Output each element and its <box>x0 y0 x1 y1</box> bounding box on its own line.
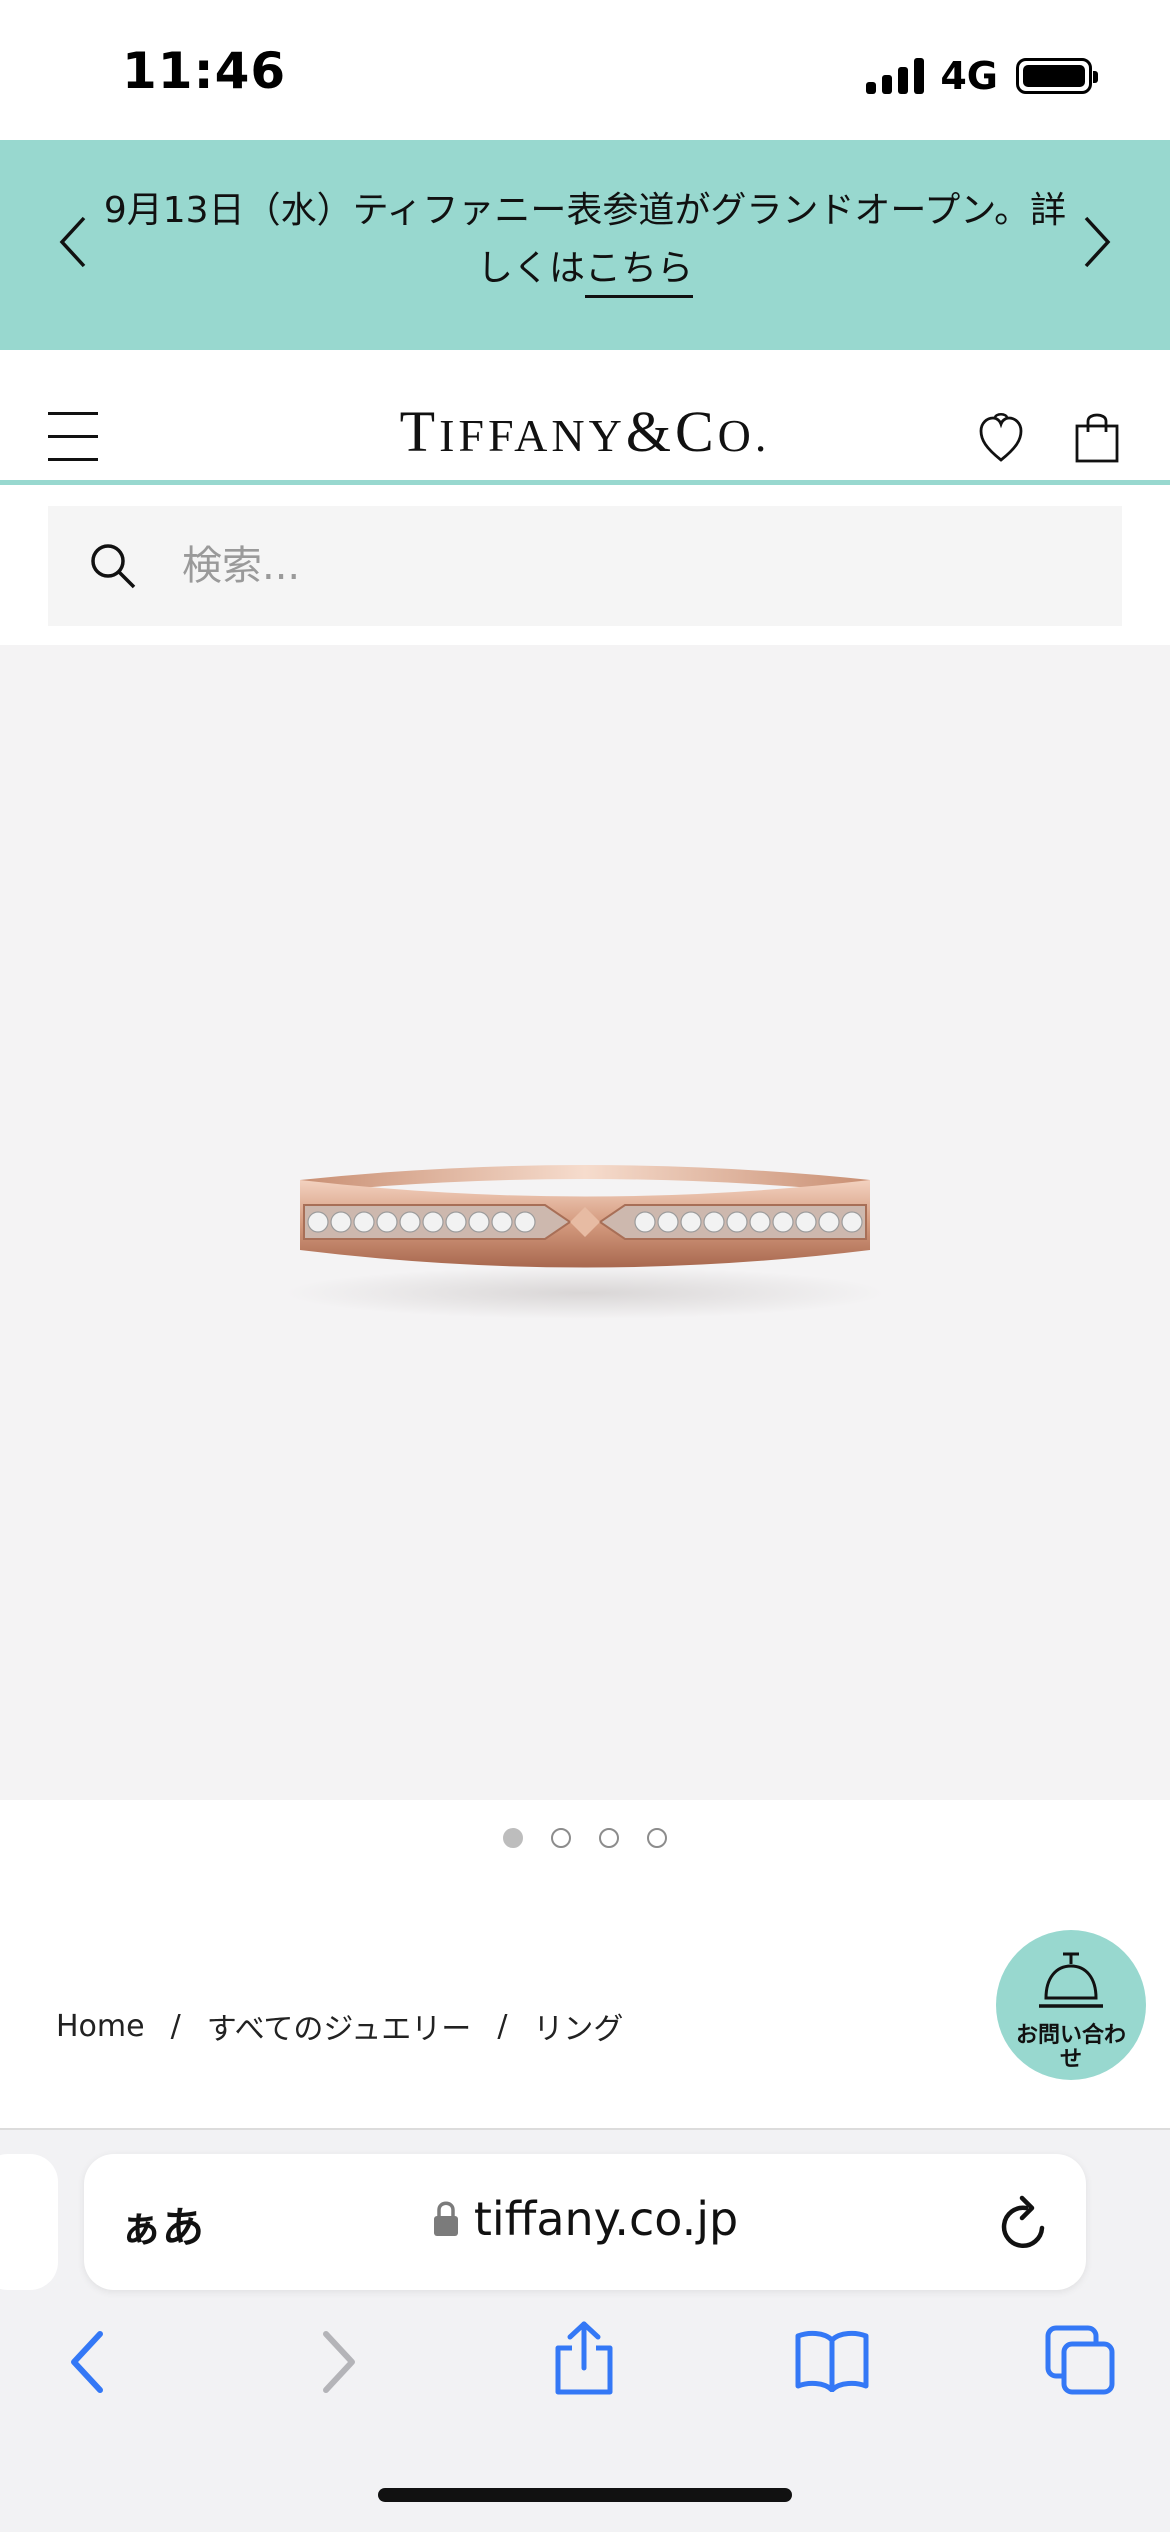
contact-label: お問い合わせ <box>1015 2023 1126 2072</box>
carousel-dot-3[interactable] <box>599 1828 619 1848</box>
tabs-button[interactable] <box>1040 2320 1120 2400</box>
tabs-icon <box>1045 2325 1115 2395</box>
home-indicator <box>378 2488 792 2502</box>
carousel-dot-1[interactable] <box>503 1828 523 1848</box>
announcement-banner: 9月13日（水）ティファニー表参道がグランドオープン。詳しくはこちら <box>0 140 1170 350</box>
url-display[interactable]: tiffany.co.jp <box>84 2192 1086 2246</box>
status-bar: 11:46 4G <box>0 0 1170 140</box>
chevron-right-icon <box>1084 216 1111 268</box>
previous-tab-preview[interactable] <box>0 2154 58 2290</box>
book-icon <box>795 2330 869 2392</box>
battery-icon <box>1016 58 1098 94</box>
breadcrumb-home[interactable]: Home <box>56 2009 145 2044</box>
network-type: 4G <box>940 54 998 98</box>
carousel-dot-2[interactable] <box>551 1828 571 1848</box>
site-header: TIFFANY&CO. <box>0 350 1170 485</box>
logo-c: C <box>674 399 718 464</box>
url-text: tiffany.co.jp <box>473 2192 739 2246</box>
breadcrumb: Home / すべてのジュエリー / リング <box>56 2004 623 2048</box>
chevron-left-icon <box>59 216 86 268</box>
carousel-dots <box>0 1828 1170 1848</box>
breadcrumb-rings[interactable]: リング <box>533 2004 623 2048</box>
banner-message: 9月13日（水）ティファニー表参道がグランドオープン。詳しくはこちら <box>96 182 1074 298</box>
carousel-dot-4[interactable] <box>647 1828 667 1848</box>
banner-prev-button[interactable] <box>48 212 98 272</box>
wishlist-button[interactable] <box>978 412 1024 464</box>
shopping-bag-icon <box>1075 413 1119 463</box>
address-bar[interactable]: ぁあ tiffany.co.jp <box>84 2154 1086 2290</box>
product-image[interactable] <box>0 645 1170 1800</box>
share-button[interactable] <box>544 2318 624 2398</box>
logo-iffany: IFFANY <box>439 410 626 461</box>
status-time: 11:46 <box>122 42 287 100</box>
banner-link[interactable]: こちら <box>585 248 694 298</box>
chevron-right-icon <box>323 2331 355 2393</box>
back-button[interactable] <box>46 2322 126 2402</box>
status-indicators: 4G <box>866 54 1098 98</box>
service-bell-icon <box>1039 1952 1103 2008</box>
reload-button[interactable] <box>996 2192 1052 2252</box>
ring-image <box>285 1165 885 1319</box>
logo-t: T <box>399 399 440 464</box>
reload-icon <box>1001 2195 1045 2249</box>
logo-amp: & <box>625 399 675 464</box>
logo-o: O. <box>717 410 771 461</box>
breadcrumb-separator: / <box>170 2008 181 2044</box>
heart-lock-icon <box>979 413 1023 462</box>
search-box[interactable] <box>48 506 1122 626</box>
share-icon <box>555 2321 613 2395</box>
bookmarks-button[interactable] <box>792 2320 872 2400</box>
lock-icon <box>433 2201 458 2236</box>
search-icon <box>91 544 136 589</box>
banner-next-button[interactable] <box>1072 212 1122 272</box>
chevron-left-icon <box>71 2331 103 2393</box>
search-input[interactable] <box>180 542 980 590</box>
cellular-signal-icon <box>866 58 925 94</box>
forward-button[interactable] <box>300 2322 380 2402</box>
contact-button[interactable]: お問い合わせ <box>996 1930 1146 2080</box>
breadcrumb-separator: / <box>497 2008 508 2044</box>
breadcrumb-all-jewelry[interactable]: すべてのジュエリー <box>207 2004 472 2048</box>
search-section <box>0 490 1170 642</box>
shopping-bag-button[interactable] <box>1074 410 1120 464</box>
